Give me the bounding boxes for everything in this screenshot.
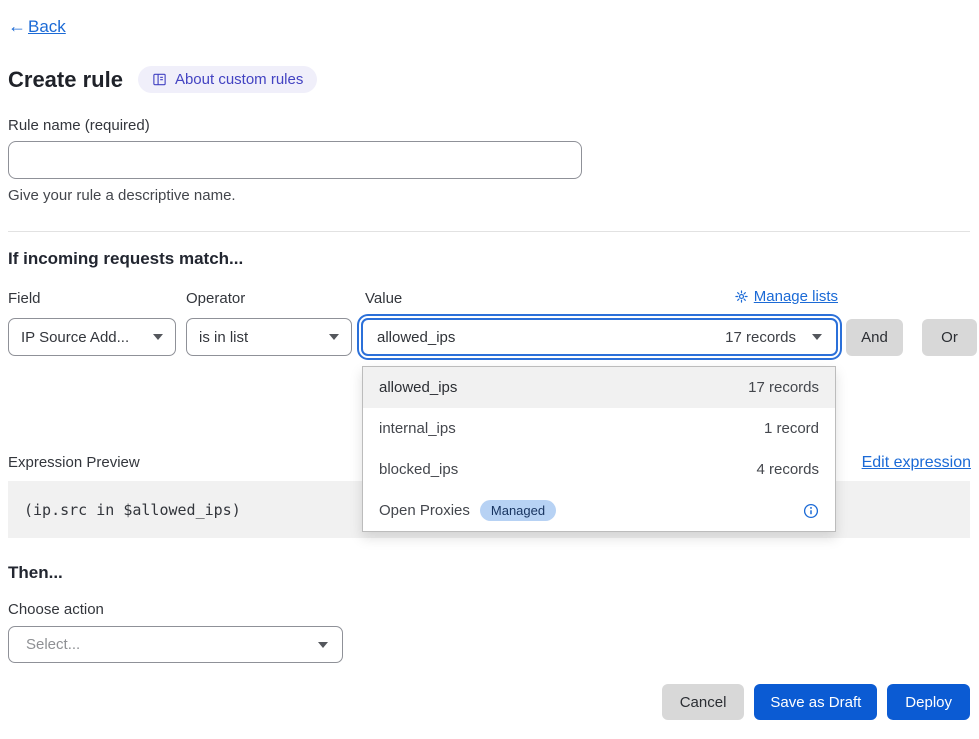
manage-lists-label: Manage lists <box>754 288 838 305</box>
footer-actions: Cancel Save as Draft Deploy <box>662 684 970 720</box>
rule-name-input[interactable] <box>8 141 582 179</box>
back-link[interactable]: ← Back <box>8 16 66 37</box>
dropdown-option-allowed-ips[interactable]: allowed_ips 17 records <box>363 367 835 408</box>
info-icon[interactable] <box>803 503 819 519</box>
back-arrow-icon: ← <box>8 16 26 37</box>
dropdown-option-blocked-ips[interactable]: blocked_ips 4 records <box>363 449 835 490</box>
operator-select-value: is in list <box>199 329 248 346</box>
operator-label: Operator <box>186 290 245 307</box>
dropdown-option-open-proxies[interactable]: Open Proxies Managed <box>363 490 835 531</box>
match-section-heading: If incoming requests match... <box>8 249 243 269</box>
cancel-button[interactable]: Cancel <box>662 684 745 720</box>
manage-lists-link[interactable]: Manage lists <box>735 288 838 305</box>
choose-action-label: Choose action <box>8 601 104 618</box>
action-select-placeholder: Select... <box>26 636 80 653</box>
title-row: Create rule About custom rules <box>8 66 317 93</box>
dropdown-option-internal-ips[interactable]: internal_ips 1 record <box>363 408 835 449</box>
save-as-draft-button[interactable]: Save as Draft <box>754 684 877 720</box>
list-name: allowed_ips <box>379 379 457 396</box>
field-select[interactable]: IP Source Add... <box>8 318 176 356</box>
chevron-down-icon <box>153 334 163 340</box>
about-badge-label: About custom rules <box>175 71 303 88</box>
value-dropdown-panel: allowed_ips 17 records internal_ips 1 re… <box>362 366 836 532</box>
list-name: blocked_ips <box>379 461 458 478</box>
then-section-heading: Then... <box>8 563 63 583</box>
back-link-label: Back <box>28 17 66 37</box>
chevron-down-icon <box>329 334 339 340</box>
gear-icon <box>735 290 748 303</box>
expression-preview-label: Expression Preview <box>8 454 140 471</box>
chevron-down-icon <box>812 334 822 340</box>
list-record-count: 4 records <box>756 461 819 478</box>
value-records-count: 17 records <box>725 329 796 346</box>
list-record-count: 17 records <box>748 379 819 396</box>
value-label: Value <box>365 290 402 307</box>
managed-badge: Managed <box>480 500 556 521</box>
page-title: Create rule <box>8 67 123 93</box>
deploy-button[interactable]: Deploy <box>887 684 970 720</box>
expression-code: (ip.src in $allowed_ips) <box>24 501 241 519</box>
section-divider <box>8 231 970 232</box>
value-combobox[interactable]: allowed_ips 17 records <box>361 318 838 356</box>
list-name: Open Proxies <box>379 502 470 519</box>
chevron-down-icon <box>318 642 328 648</box>
create-rule-page: ← Back Create rule About custom rules Ru… <box>0 0 979 739</box>
list-name: internal_ips <box>379 420 456 437</box>
rule-name-label: Rule name (required) <box>8 117 150 134</box>
action-select[interactable]: Select... <box>8 626 343 663</box>
edit-expression-link[interactable]: Edit expression <box>862 454 971 472</box>
about-custom-rules-link[interactable]: About custom rules <box>138 66 317 93</box>
book-icon <box>152 72 167 87</box>
and-button[interactable]: And <box>846 319 903 356</box>
field-label: Field <box>8 290 41 307</box>
operator-select[interactable]: is in list <box>186 318 352 356</box>
rule-name-helper-text: Give your rule a descriptive name. <box>8 187 236 204</box>
value-selected-text: allowed_ips <box>377 329 455 346</box>
field-select-value: IP Source Add... <box>21 329 129 346</box>
list-record-count: 1 record <box>764 420 819 437</box>
or-button[interactable]: Or <box>922 319 977 356</box>
